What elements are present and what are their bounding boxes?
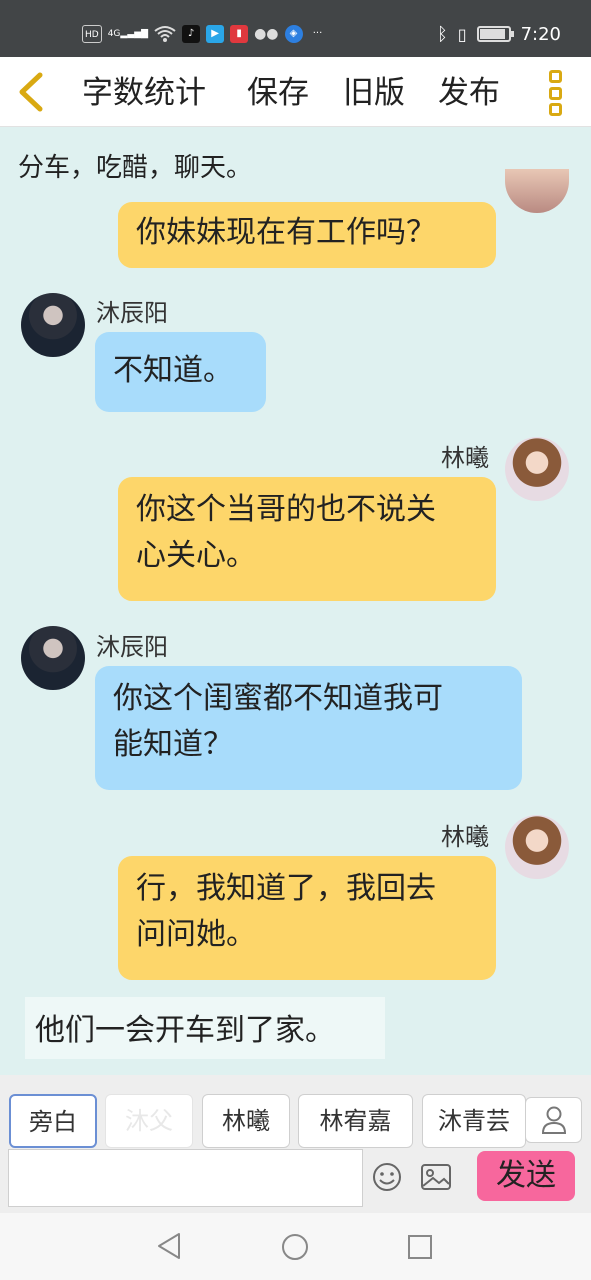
browser-icon: ◈ <box>284 25 303 43</box>
avatar[interactable] <box>505 169 569 213</box>
old-version-button[interactable]: 旧版 <box>343 73 405 113</box>
message-bubble[interactable]: 你妹妹现在有工作吗？ <box>118 202 496 268</box>
network-label: 4G <box>107 29 121 39</box>
avatar[interactable] <box>505 815 569 879</box>
message-text: 你妹妹现在有工作吗？ <box>136 215 436 250</box>
top-toolbar: 字数统计 保存 旧版 发布 <box>0 57 591 127</box>
back-chevron-icon[interactable] <box>14 72 50 112</box>
bluetooth-icon: ᛒ <box>436 23 448 45</box>
send-button[interactable]: 发送 <box>477 1151 575 1201</box>
wechat-icon: ●● <box>254 26 279 42</box>
message-bubble[interactable]: 你这个当哥的也不说关 心关心。 <box>118 477 496 601</box>
more-notifications-icon: ··· <box>312 28 323 39</box>
emoji-icon[interactable] <box>371 1161 403 1193</box>
clock: 7:20 <box>520 23 561 45</box>
message-text-line: 心关心。 <box>136 538 256 573</box>
speaker-name: 林曦 <box>441 823 489 851</box>
publish-button[interactable]: 发布 <box>438 73 500 113</box>
person-icon[interactable] <box>525 1097 582 1143</box>
save-button[interactable]: 保存 <box>247 73 309 113</box>
message-input[interactable] <box>8 1149 363 1207</box>
message-text-line: 你这个当哥的也不说关 <box>136 492 436 527</box>
message-text-line: 行，我知道了，我回去 <box>136 871 436 906</box>
chat-area[interactable]: 分车，吃醋，聊天。 你妹妹现在有工作吗？ 沐辰阳 不知道。 林曦 你这个当哥的也… <box>0 127 591 1075</box>
message-text-line: 你这个闺蜜都不知道我可 <box>113 681 443 716</box>
message-bubble[interactable]: 不知道。 <box>95 332 266 412</box>
word-count-button[interactable]: 字数统计 <box>82 73 206 113</box>
status-bar: HD 4G▂▃▅▇ ♪ ▶ ▮ ●● ◈ ··· ᛒ ▯ 7:20 <box>0 0 591 57</box>
role-chip-narrator[interactable]: 旁白 <box>9 1094 97 1148</box>
message-text: 不知道。 <box>113 353 233 388</box>
video-app-icon: ▶ <box>206 25 225 43</box>
role-chip[interactable]: 沐青芸 <box>422 1094 526 1148</box>
reader-app-icon: ▮ <box>230 25 249 43</box>
avatar[interactable] <box>505 437 569 501</box>
vibrate-icon: ▯ <box>457 24 467 44</box>
battery-fill <box>479 29 505 39</box>
more-menu-icon[interactable] <box>549 70 567 116</box>
message-bubble[interactable]: 行，我知道了，我回去 问问她。 <box>118 856 496 980</box>
speaker-name: 沐辰阳 <box>96 633 168 661</box>
role-chip[interactable]: 林曦 <box>202 1094 290 1148</box>
signal-icon: 4G▂▃▅▇ <box>107 29 149 39</box>
nav-recents-icon[interactable] <box>407 1234 433 1260</box>
nav-back-icon[interactable] <box>155 1231 183 1261</box>
role-chip[interactable]: 沐父 <box>105 1094 193 1148</box>
narration-text[interactable]: 他们一会开车到了家。 <box>25 997 385 1059</box>
image-icon[interactable] <box>420 1163 452 1191</box>
speaker-name: 沐辰阳 <box>96 299 168 327</box>
status-right: ᛒ ▯ 7:20 <box>437 20 561 48</box>
message-text-line: 能知道？ <box>113 727 233 762</box>
role-chip[interactable]: 林宥嘉 <box>298 1094 413 1148</box>
tiktok-icon: ♪ <box>182 25 201 43</box>
wifi-icon <box>154 25 176 43</box>
avatar[interactable] <box>21 293 85 357</box>
speaker-name: 林曦 <box>441 444 489 472</box>
nav-home-icon[interactable] <box>281 1233 309 1261</box>
avatar[interactable] <box>21 626 85 690</box>
hd-icon: HD <box>82 25 102 43</box>
message-text-line: 问问她。 <box>136 917 256 952</box>
status-icons: HD 4G▂▃▅▇ ♪ ▶ ▮ ●● ◈ ··· <box>82 20 327 48</box>
system-nav-bar <box>0 1213 591 1280</box>
input-area: 旁白 沐父 林曦 林宥嘉 沐青芸 发送 <box>0 1075 591 1213</box>
scene-note: 分车，吃醋，聊天。 <box>18 153 253 183</box>
message-bubble[interactable]: 你这个闺蜜都不知道我可 能知道？ <box>95 666 522 790</box>
battery-icon <box>476 26 514 42</box>
